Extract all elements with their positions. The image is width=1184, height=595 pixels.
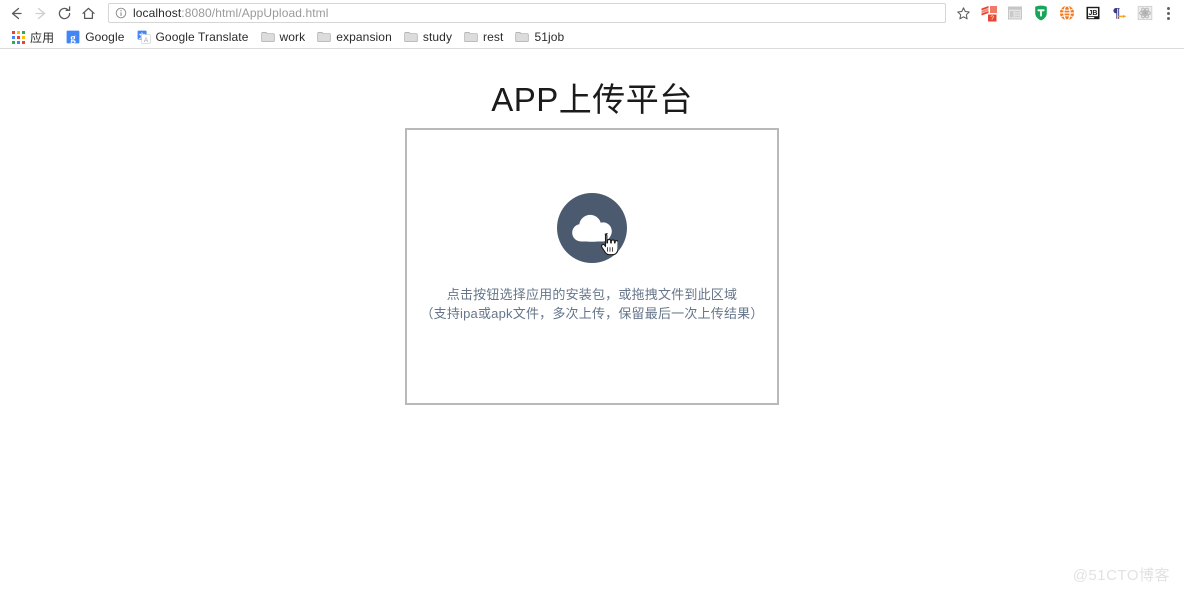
- bookmark-label: 51job: [534, 30, 565, 44]
- dropzone-hint-line2: （支持ipa或apk文件，多次上传，保留最后一次上传结果）: [420, 306, 764, 321]
- bookmark-label: study: [422, 30, 453, 44]
- google-translate-icon: 文 A: [137, 30, 151, 44]
- bookmark-folder-study[interactable]: study: [398, 27, 458, 47]
- folder-icon: [317, 32, 331, 43]
- atom-gray-icon: [1137, 5, 1153, 21]
- apps-grid-icon: [12, 30, 25, 44]
- bookmark-google[interactable]: g Google: [60, 27, 130, 47]
- bookmark-label: Google: [85, 30, 125, 44]
- url-path: :8080/html/AppUpload.html: [181, 6, 329, 20]
- bookmark-label: work: [279, 30, 306, 44]
- bookmark-label: Google Translate: [155, 30, 249, 44]
- ext-orange-globe-button[interactable]: [1054, 1, 1080, 25]
- reload-icon: [58, 5, 70, 19]
- svg-text:g: g: [70, 32, 76, 44]
- folder-icon: [515, 32, 530, 43]
- bookmark-label: expansion: [336, 30, 392, 44]
- cloud-upload-area[interactable]: [557, 193, 627, 263]
- forward-button[interactable]: [28, 1, 52, 25]
- browser-chrome: localhost:8080/html/AppUpload.html ? JB …: [0, 0, 1184, 49]
- gray-layout-icon: [1008, 6, 1022, 20]
- bookmark-apps[interactable]: 应用: [6, 27, 60, 47]
- jb-square-icon: JB: [1086, 6, 1100, 20]
- svg-text:A: A: [143, 37, 148, 44]
- ext-green-shield-button[interactable]: [1028, 1, 1054, 25]
- svg-text:¶: ¶: [1113, 6, 1121, 21]
- ext-pilcrow-button[interactable]: ¶: [1106, 1, 1132, 25]
- red-books-icon: ?: [981, 5, 997, 22]
- star-icon: [956, 6, 970, 19]
- ext-gray-panel-button[interactable]: [1002, 1, 1028, 25]
- info-circle-icon[interactable]: [115, 7, 127, 19]
- bookmark-label: 应用: [30, 30, 55, 45]
- home-icon: [81, 7, 95, 19]
- bookmark-google-translate[interactable]: 文 A Google Translate: [131, 27, 255, 47]
- cloud-upload-icon: [572, 214, 612, 242]
- folder-icon: [464, 32, 478, 43]
- dropzone-hint: 点击按钮选择应用的安装包，或拖拽文件到此区域 （支持ipa或apk文件，多次上传…: [420, 285, 763, 323]
- extension-toolbar: ? JB ¶: [976, 1, 1158, 25]
- google-g-icon: g: [66, 30, 80, 44]
- folder-icon: [404, 32, 418, 43]
- cloud-upload-button[interactable]: [557, 193, 627, 263]
- back-button[interactable]: [4, 1, 28, 25]
- bookmarks-bar: 应用 g Google 文 A Google Translate work: [0, 26, 1184, 49]
- address-bar[interactable]: localhost:8080/html/AppUpload.html: [108, 3, 946, 23]
- home-button[interactable]: [76, 1, 100, 25]
- green-shield-icon: [1035, 5, 1047, 21]
- bookmark-folder-work[interactable]: work: [255, 27, 312, 47]
- bookmark-label: rest: [483, 30, 504, 44]
- menu-dot: [1166, 11, 1170, 15]
- url-host: localhost: [133, 6, 182, 20]
- menu-dot: [1166, 16, 1170, 20]
- ext-atom-button[interactable]: [1132, 1, 1158, 25]
- watermark: @51CTO博客: [1072, 567, 1170, 584]
- bookmark-folder-expansion[interactable]: expansion: [311, 27, 398, 47]
- ext-jb-badge-button[interactable]: JB: [1080, 1, 1106, 25]
- orange-globe-icon: [1059, 5, 1075, 21]
- browser-toolbar: localhost:8080/html/AppUpload.html ? JB …: [0, 0, 1184, 26]
- forward-arrow-icon: [34, 7, 45, 19]
- svg-text:JB: JB: [1089, 10, 1098, 17]
- folder-icon: [260, 32, 275, 43]
- ext-red-stack-button[interactable]: ?: [976, 1, 1002, 25]
- svg-text:?: ?: [990, 15, 994, 22]
- page-content: APP上传平台 点击按钮选择应用的安装包，或拖拽文件到此区域 （支持ipa或ap…: [0, 49, 1184, 594]
- file-dropzone[interactable]: 点击按钮选择应用的安装包，或拖拽文件到此区域 （支持ipa或apk文件，多次上传…: [405, 128, 779, 405]
- page-title: APP上传平台: [491, 81, 693, 118]
- url-text: localhost:8080/html/AppUpload.html: [133, 6, 329, 20]
- dropzone-hint-line1: 点击按钮选择应用的安装包，或拖拽文件到此区域: [446, 287, 738, 302]
- bookmark-folder-rest[interactable]: rest: [458, 27, 509, 47]
- pilcrow-arrow-icon: ¶: [1113, 6, 1126, 21]
- chrome-menu-button[interactable]: [1158, 1, 1178, 25]
- bookmark-star-button[interactable]: [952, 3, 974, 23]
- reload-button[interactable]: [52, 1, 76, 25]
- bookmark-folder-51job[interactable]: 51job: [509, 27, 570, 47]
- back-arrow-icon: [11, 7, 22, 19]
- three-dots-vertical-icon: [1166, 6, 1170, 10]
